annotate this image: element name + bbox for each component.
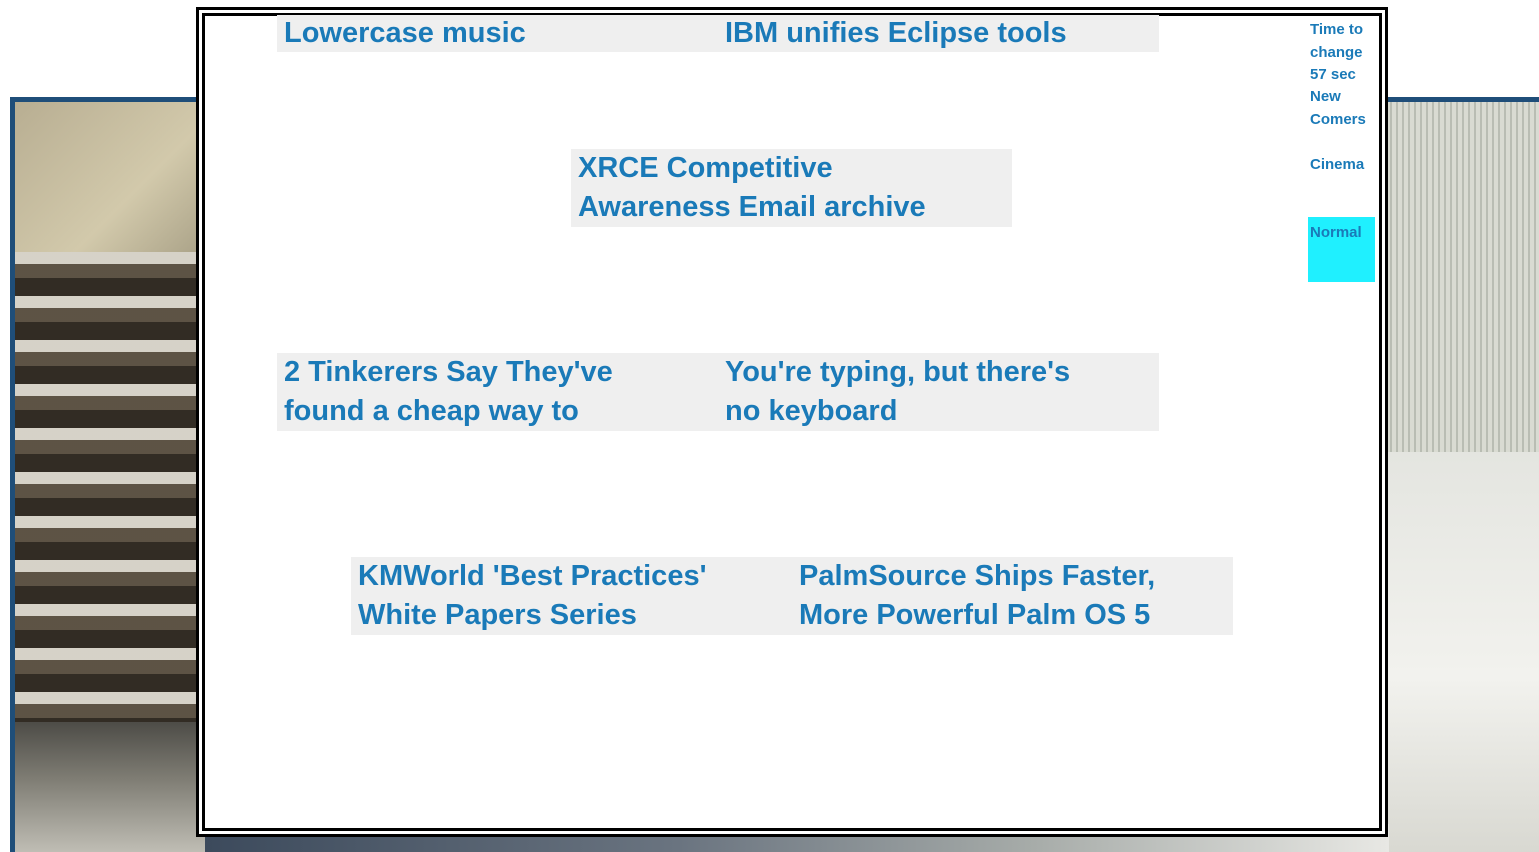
- countdown-timer: Time to change 57 sec: [1310, 19, 1363, 87]
- headline-line-1: Lowercase music: [284, 17, 526, 49]
- headline-link[interactable]: You're typing, but there's no keyboard: [718, 353, 1159, 431]
- headline-line-2: Awareness Email archive: [578, 191, 926, 223]
- headline-link[interactable]: XRCE Competitive Awareness Email archive: [571, 149, 1012, 227]
- newcomers-label-line-2: Comers: [1310, 110, 1366, 128]
- headline-link[interactable]: PalmSource Ships Faster, More Powerful P…: [792, 557, 1233, 635]
- newcomers-label-line-1: New: [1310, 88, 1341, 105]
- newcomers-button[interactable]: New Comers: [1310, 86, 1366, 131]
- headline-link[interactable]: Lowercase music: [277, 15, 718, 52]
- headline-line-1: XRCE Competitive: [578, 152, 833, 184]
- timer-value: 57 sec: [1310, 66, 1356, 83]
- normal-mode-button[interactable]: Normal: [1308, 217, 1375, 282]
- headline-line-1: You're typing, but there's: [725, 356, 1071, 388]
- timer-label-line-2: change: [1310, 43, 1363, 61]
- screen: Lowercase music IBM unifies Eclipse tool…: [0, 0, 1539, 852]
- headline-line-2: found a cheap way to: [284, 395, 579, 427]
- headline-line-1: 2 Tinkerers Say They've: [284, 356, 613, 388]
- timer-label-line-1: Time to: [1310, 21, 1364, 38]
- normal-label: Normal: [1310, 224, 1362, 241]
- headline-link[interactable]: 2 Tinkerers Say They've found a cheap wa…: [277, 353, 718, 431]
- cinema-mode-button[interactable]: Cinema: [1310, 154, 1364, 177]
- cinema-label: Cinema: [1310, 156, 1365, 173]
- headline-link[interactable]: KMWorld 'Best Practices' White Papers Se…: [351, 557, 792, 635]
- headline-line-1: PalmSource Ships Faster,: [799, 560, 1156, 592]
- photo-printer: [1374, 452, 1539, 852]
- headline-line-2: White Papers Series: [358, 599, 637, 631]
- photo-desk: [15, 722, 215, 852]
- headline-line-2: More Powerful Palm OS 5: [799, 599, 1151, 631]
- headline-line-1: IBM unifies Eclipse tools: [725, 17, 1067, 49]
- headline-line-1: KMWorld 'Best Practices': [358, 560, 707, 592]
- headline-line-2: no keyboard: [725, 395, 898, 427]
- photo-wall: [15, 102, 215, 252]
- headline-link[interactable]: IBM unifies Eclipse tools: [718, 15, 1159, 52]
